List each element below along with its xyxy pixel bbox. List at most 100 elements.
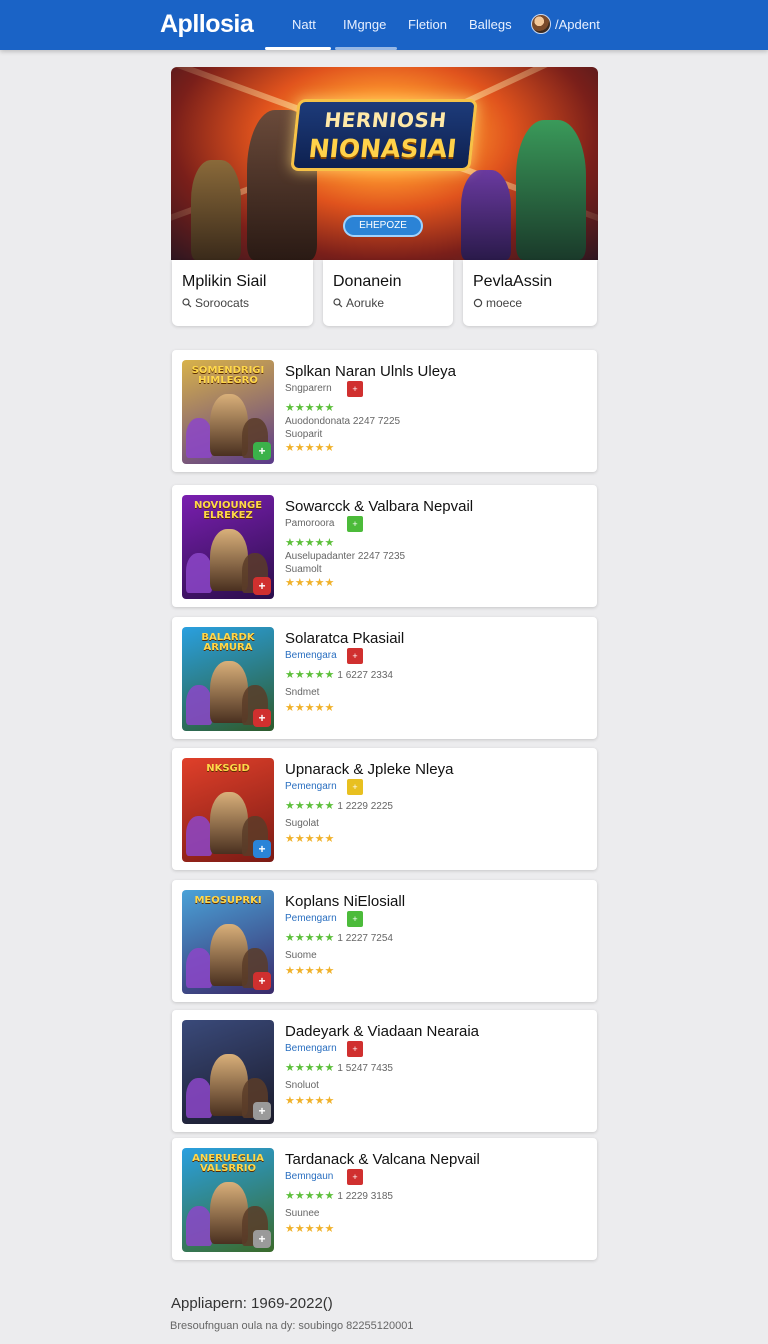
- game-thumbnail[interactable]: ANERUEGLIA VALSRRIO +: [182, 1148, 274, 1252]
- game-detail-line: Suome: [285, 950, 317, 961]
- platform-badge: +: [347, 516, 363, 532]
- avatar: [531, 14, 551, 34]
- brand-logo[interactable]: Apllosia: [160, 10, 254, 39]
- feature-subtitle: Aoruke: [346, 296, 385, 310]
- add-button[interactable]: +: [253, 1230, 271, 1248]
- platform-badge: +: [347, 1169, 363, 1185]
- feature-title: PevlaAssin: [473, 273, 553, 290]
- secondary-rating-stars: ★★★★★: [285, 577, 335, 589]
- nav-item-3[interactable]: Fletion: [408, 17, 447, 32]
- game-detail-line: Suoparit: [285, 429, 323, 440]
- secondary-rating-stars: ★★★★★: [285, 442, 335, 454]
- add-button[interactable]: +: [253, 577, 271, 595]
- game-category: Pamoroora: [285, 518, 335, 529]
- thumbnail-figure: [186, 1206, 212, 1246]
- add-button[interactable]: +: [253, 840, 271, 858]
- nav-item-2[interactable]: IMgnge: [343, 17, 386, 32]
- game-category: Bemngaun: [285, 1171, 334, 1182]
- game-card[interactable]: MEOSUPRKI + Koplans NiElosiall Pemengarn…: [172, 880, 597, 1002]
- thumbnail-banner: NKSGID: [206, 764, 250, 774]
- rating-stars-glyphs: ★★★★★: [285, 402, 335, 414]
- hero-title-plate: HERNIOSH NIONASIAI: [290, 99, 478, 171]
- game-title[interactable]: Upnarack & Jpleke Nleya: [285, 761, 453, 778]
- game-thumbnail[interactable]: NKSGID +: [182, 758, 274, 862]
- game-title[interactable]: Tardanack & Valcana Nepvail: [285, 1151, 480, 1168]
- feature-card-3[interactable]: PevlaAssin moece: [463, 260, 597, 326]
- rating-stars-glyphs: ★★★★★: [285, 932, 335, 944]
- hero-title-line2: NIONASIAI: [307, 134, 458, 163]
- game-title[interactable]: Koplans NiElosiall: [285, 893, 405, 910]
- game-category: Bemengara: [285, 650, 337, 661]
- game-card[interactable]: SOMENDRIGI HIMLEGRO + Splkan Naran Ulnls…: [172, 350, 597, 472]
- nav-item-4[interactable]: Ballegs: [469, 17, 512, 32]
- game-thumbnail[interactable]: NOVIOUNGE ELREKEZ +: [182, 495, 274, 599]
- thumbnail-banner: [190, 1026, 266, 1046]
- game-detail-line: Auselupadanter 2247 7235: [285, 551, 406, 562]
- game-card[interactable]: NOVIOUNGE ELREKEZ + Sowarcck & Valbara N…: [172, 485, 597, 607]
- rating-meta: 1 2229 3185: [337, 1191, 393, 1202]
- game-title[interactable]: Splkan Naran Ulnls Uleya: [285, 363, 456, 380]
- game-thumbnail[interactable]: MEOSUPRKI +: [182, 890, 274, 994]
- rating-stars-glyphs: ★★★★★: [285, 800, 335, 812]
- hero-character-far-right: [516, 120, 586, 260]
- add-button[interactable]: +: [253, 972, 271, 990]
- add-button[interactable]: +: [253, 1102, 271, 1120]
- game-detail-line: Auodondonata 2247 7225: [285, 416, 401, 427]
- top-nav-bar: Apllosia Natt IMgnge Fletion Ballegs /Ap…: [0, 0, 768, 50]
- hero-banner[interactable]: HERNIOSH NIONASIAI EHEPOZE: [171, 67, 598, 260]
- feature-card-2[interactable]: Donanein Aoruke: [323, 260, 453, 326]
- game-title[interactable]: Sowarcck & Valbara Nepvail: [285, 498, 473, 515]
- platform-badge: +: [347, 1041, 363, 1057]
- game-category: Pemengarn: [285, 913, 337, 924]
- platform-badge: +: [347, 648, 363, 664]
- circle-icon: [473, 298, 483, 308]
- account-label: /Apdent: [555, 16, 600, 32]
- platform-badge: +: [347, 381, 363, 397]
- rating-stars: ★★★★★ 1 2229 2225: [285, 799, 393, 812]
- thumbnail-figure: [186, 685, 212, 725]
- footer-title: Appliapern: 1969-2022(): [171, 1295, 333, 1312]
- rating-stars-glyphs: ★★★★★: [285, 1190, 335, 1202]
- game-detail-line: Suamolt: [285, 564, 322, 575]
- nav-item-1[interactable]: Natt: [292, 17, 316, 32]
- rating-stars: ★★★★★: [285, 536, 334, 549]
- game-card[interactable]: + Dadeyark & Viadaan Nearaia Bemengarn +…: [172, 1010, 597, 1132]
- rating-stars: ★★★★★ 1 2227 7254: [285, 931, 393, 944]
- feature-subtitle: Soroocats: [195, 296, 250, 310]
- rating-stars: ★★★★★ 1 5247 7435: [285, 1061, 393, 1074]
- add-button[interactable]: +: [253, 442, 271, 460]
- thumbnail-banner: BALARDK ARMURA: [201, 633, 255, 653]
- add-button[interactable]: +: [253, 709, 271, 727]
- rating-stars: ★★★★★ 1 2229 3185: [285, 1189, 393, 1202]
- secondary-rating-stars: ★★★★★: [285, 965, 335, 977]
- thumbnail-figure: [186, 1078, 212, 1118]
- rating-stars: ★★★★★: [285, 401, 334, 414]
- hero-cta-button[interactable]: EHEPOZE: [343, 215, 423, 237]
- rating-meta: 1 6227 2334: [337, 670, 393, 681]
- feature-subtitle-row: moece: [473, 296, 522, 310]
- feature-title: Mplikin Siail: [182, 273, 267, 290]
- game-card[interactable]: NKSGID + Upnarack & Jpleke Nleya Pemenga…: [172, 748, 597, 870]
- game-thumbnail[interactable]: BALARDK ARMURA +: [182, 627, 274, 731]
- game-thumbnail[interactable]: SOMENDRIGI HIMLEGRO +: [182, 360, 274, 464]
- game-title[interactable]: Dadeyark & Viadaan Nearaia: [285, 1023, 479, 1040]
- secondary-rating-stars: ★★★★★: [285, 833, 335, 845]
- thumbnail-banner: ANERUEGLIA VALSRRIO: [192, 1154, 264, 1174]
- account-menu[interactable]: /Apdent: [531, 14, 600, 34]
- rating-meta: 1 5247 7435: [337, 1063, 393, 1074]
- game-detail-line: Suunee: [285, 1208, 320, 1219]
- game-title[interactable]: Solaratca Pkasiail: [285, 630, 404, 647]
- thumbnail-figure: [186, 816, 212, 856]
- game-category: Pemengarn: [285, 781, 337, 792]
- footer-subtitle: Bresoufnguan oula na dy: soubingo 822551…: [170, 1320, 414, 1332]
- game-detail-line: Sndmet: [285, 687, 320, 698]
- rating-stars-glyphs: ★★★★★: [285, 537, 335, 549]
- feature-card-1[interactable]: Mplikin Siail Soroocats: [172, 260, 313, 326]
- active-nav-indicator: [265, 47, 331, 50]
- hero-character-far-left: [191, 160, 241, 260]
- thumbnail-banner: SOMENDRIGI HIMLEGRO: [191, 366, 265, 386]
- game-thumbnail[interactable]: +: [182, 1020, 274, 1124]
- thumbnail-banner: NOVIOUNGE ELREKEZ: [193, 501, 263, 521]
- game-card[interactable]: BALARDK ARMURA + Solaratca Pkasiail Beme…: [172, 617, 597, 739]
- game-card[interactable]: ANERUEGLIA VALSRRIO + Tardanack & Valcan…: [172, 1138, 597, 1260]
